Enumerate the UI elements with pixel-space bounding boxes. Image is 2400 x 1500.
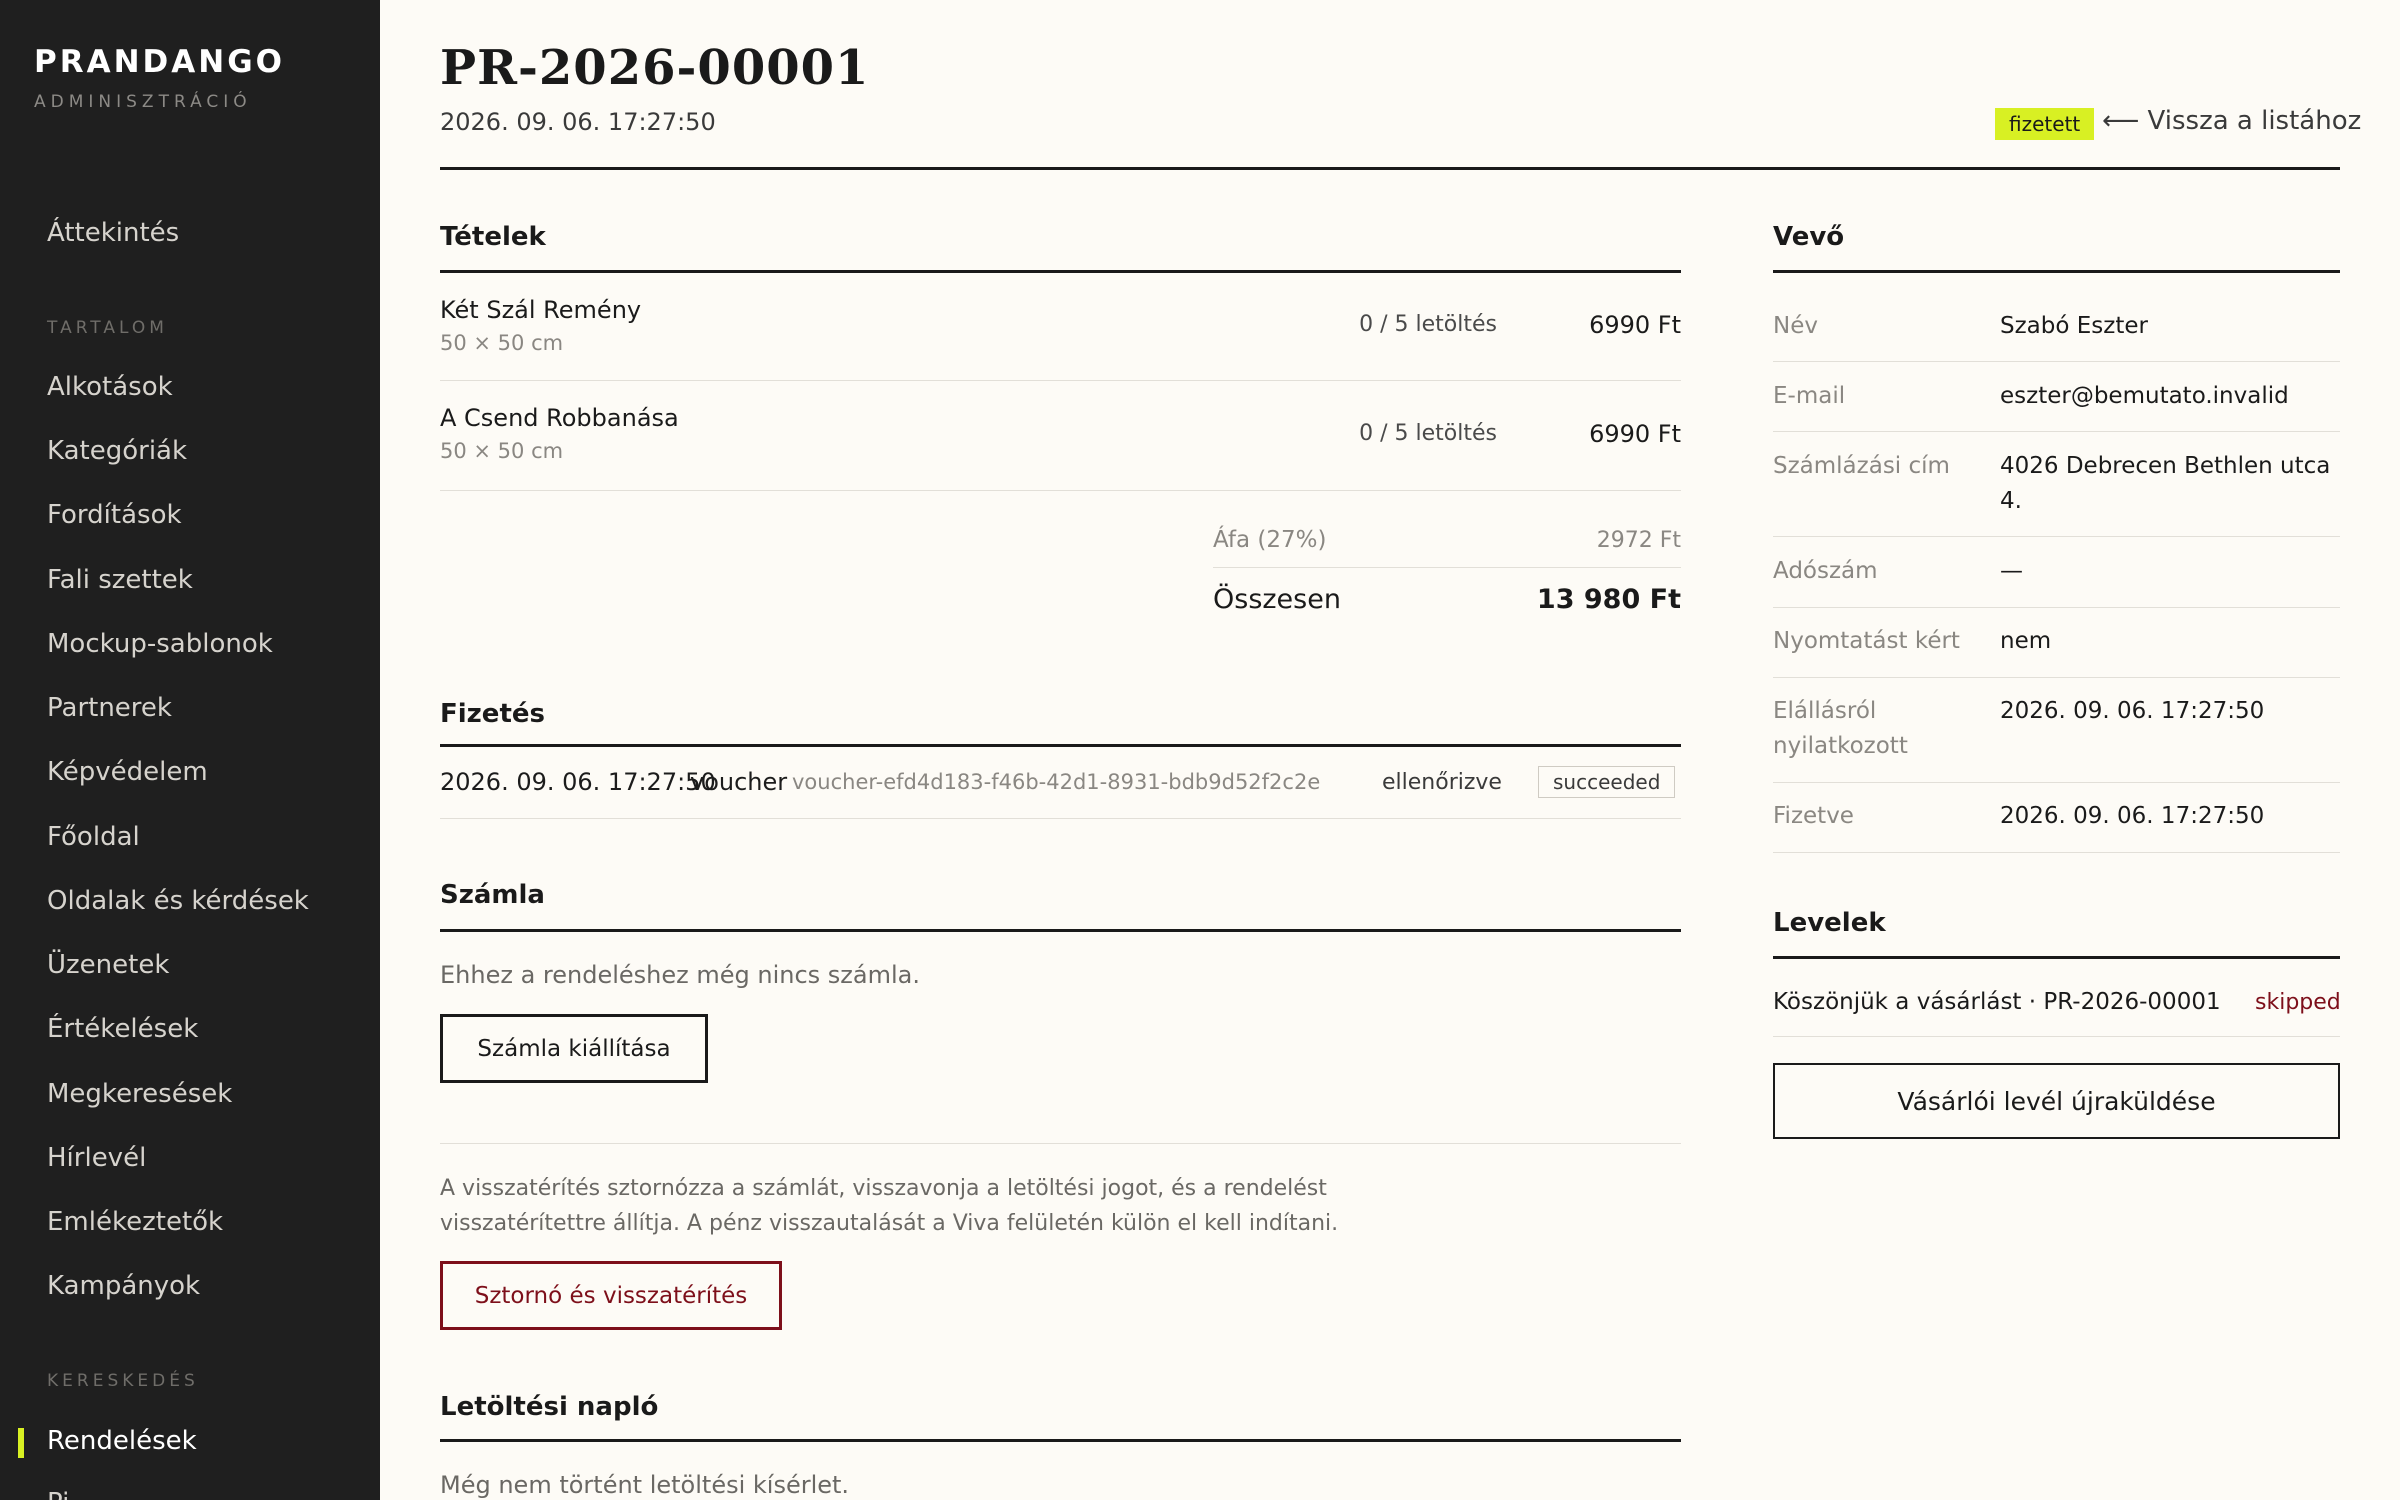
- customer-email: eszter@bemutato.invalid: [2000, 383, 2289, 409]
- item-price: 6990 Ft: [1589, 420, 1681, 448]
- sidebar-section-commerce: KERESKEDÉS: [47, 1371, 199, 1391]
- payment-method: voucher: [690, 768, 788, 796]
- item-name: Két Szál Remény: [440, 296, 642, 324]
- payment-status-badge: succeeded: [1538, 766, 1676, 798]
- item-size: 50 × 50 cm: [440, 331, 564, 355]
- active-indicator: [18, 1428, 24, 1458]
- payment-reference: voucher-efd4d183-f46b-42d1-8931-bdb9d52f…: [792, 770, 1321, 794]
- billing-address-label: Számlázási cím: [1773, 453, 1950, 479]
- download-log-empty-text: Még nem történt letöltési kísérlet.: [440, 1471, 850, 1499]
- customer-title: Vevő: [1773, 222, 1845, 252]
- issue-invoice-button[interactable]: Számla kiállítása: [440, 1014, 708, 1083]
- customer-name-label: Név: [1773, 313, 1818, 339]
- sidebar: PRANDANGO ADMINISZTRÁCIÓ Áttekintés TART…: [0, 0, 380, 1500]
- item-price: 6990 Ft: [1589, 311, 1681, 339]
- brand-subtitle: ADMINISZTRÁCIÓ: [34, 92, 252, 112]
- payment-divider: [440, 744, 1681, 747]
- row-divider: [1773, 852, 2340, 853]
- item-downloads-text: 0 / 5 letöltés: [1359, 421, 1497, 446]
- back-to-list-link[interactable]: ⟵ Vissza a listához: [2102, 106, 2361, 136]
- sidebar-item-categories[interactable]: Kategóriák: [47, 436, 187, 466]
- refund-note: A visszatérítés sztornózza a számlát, vi…: [440, 1171, 1338, 1241]
- download-log-divider: [440, 1439, 1681, 1442]
- email-subject: Köszönjük a vásárlást · PR-2026-00001: [1773, 989, 2221, 1015]
- header-divider: [440, 167, 2340, 170]
- total-value: 13 980 Ft: [1536, 584, 1681, 615]
- print-requested-label: Nyomtatást kért: [1773, 628, 1960, 654]
- sidebar-item-newsletter[interactable]: Hírlevél: [47, 1143, 146, 1173]
- vat-label: Áfa (27%): [1213, 527, 1327, 553]
- tax-number-label: Adószám: [1773, 558, 1878, 584]
- item-size: 50 × 50 cm: [440, 439, 564, 463]
- sidebar-item-overview[interactable]: Áttekintés: [47, 218, 179, 248]
- page-title: PR-2026-00001: [440, 40, 870, 96]
- row-divider: [440, 490, 1681, 491]
- withdrawal-date: 2026. 09. 06. 17:27:50: [2000, 698, 2265, 724]
- emails-title: Levelek: [1773, 908, 1886, 938]
- sidebar-item-artworks[interactable]: Alkotások: [47, 372, 173, 402]
- brand[interactable]: PRANDANGO ADMINISZTRÁCIÓ: [34, 44, 285, 112]
- order-datetime: 2026. 09. 06. 17:27:50: [440, 108, 716, 136]
- invoice-empty-text: Ehhez a rendeléshez még nincs számla.: [440, 961, 920, 989]
- print-requested: nem: [2000, 628, 2052, 654]
- main-content: PR-2026-00001 2026. 09. 06. 17:27:50 fiz…: [440, 0, 2361, 1500]
- total-label: Összesen: [1213, 584, 1341, 615]
- row-divider: [1773, 677, 2340, 678]
- items-divider: [440, 270, 1681, 273]
- sidebar-item-mockup-templates[interactable]: Mockup-sablonok: [47, 629, 273, 659]
- row-divider: [440, 818, 1681, 819]
- refund-note-line: A visszatérítés sztornózza a számlát, vi…: [440, 1176, 1327, 1201]
- customer-email-label: E-mail: [1773, 383, 1846, 409]
- row-divider: [1773, 607, 2340, 608]
- customer-name: Szabó Eszter: [2000, 313, 2148, 339]
- sidebar-item-partners[interactable]: Partnerek: [47, 693, 172, 723]
- payment-title: Fizetés: [440, 699, 545, 729]
- sidebar-item-reminders[interactable]: Emlékeztetők: [47, 1207, 223, 1237]
- section-divider: [440, 1143, 1681, 1144]
- sidebar-item-translations[interactable]: Fordítások: [47, 500, 182, 530]
- tax-number: —: [2000, 558, 2023, 584]
- item-downloads-text: 0 / 5 letöltés: [1359, 312, 1497, 337]
- refund-button[interactable]: Sztornó és visszatérítés: [440, 1261, 782, 1330]
- sidebar-section-content: TARTALOM: [47, 318, 168, 338]
- customer-divider: [1773, 270, 2340, 273]
- resend-email-button[interactable]: Vásárlói levél újraküldése: [1773, 1063, 2340, 1139]
- payment-datetime: 2026. 09. 06. 17:27:50: [440, 768, 716, 796]
- status-badge: fizetett: [1995, 108, 2095, 140]
- sidebar-item-image-protection[interactable]: Képvédelem: [47, 757, 208, 787]
- items-title: Tételek: [440, 222, 546, 252]
- sidebar-item-inquiries[interactable]: Megkeresések: [47, 1079, 232, 1109]
- withdrawal-label: Elállásról nyilatkozott: [1773, 698, 1908, 759]
- sidebar-item-messages[interactable]: Üzenetek: [47, 950, 169, 980]
- paid-at: 2026. 09. 06. 17:27:50: [2000, 803, 2265, 829]
- invoice-divider: [440, 929, 1681, 932]
- sidebar-item-orders[interactable]: Rendelések: [47, 1426, 197, 1456]
- refund-note-line: visszatérítettre állítja. A pénz visszau…: [440, 1211, 1339, 1236]
- brand-name: PRANDANGO: [34, 44, 285, 80]
- row-divider: [1773, 782, 2340, 783]
- item-name: A Csend Robbanása: [440, 404, 679, 432]
- emails-divider: [1773, 956, 2340, 959]
- sidebar-item-campaigns[interactable]: Kampányok: [47, 1271, 200, 1301]
- row-divider: [1773, 361, 2340, 362]
- row-divider: [1773, 536, 2340, 537]
- invoice-title: Számla: [440, 880, 545, 910]
- row-divider: [1773, 1036, 2340, 1037]
- sidebar-item-home[interactable]: Főoldal: [47, 822, 140, 852]
- vat-value: 2972 Ft: [1596, 528, 1681, 553]
- row-divider: [440, 380, 1681, 381]
- sidebar-item-pages-faq[interactable]: Oldalak és kérdések: [47, 886, 309, 916]
- download-log-title: Letöltési napló: [440, 1392, 659, 1422]
- sidebar-item-wall-sets[interactable]: Fali szettek: [47, 565, 193, 595]
- billing-address: 4026 Debrecen Bethlen utca 4.: [2000, 453, 2331, 514]
- payment-verification: ellenőrizve: [1382, 770, 1502, 795]
- email-status: skipped: [2255, 990, 2341, 1015]
- sidebar-item-next-cut[interactable]: Pi: [47, 1488, 69, 1500]
- sidebar-item-reviews[interactable]: Értékelések: [47, 1014, 198, 1044]
- total-divider: [1213, 567, 1681, 568]
- row-divider: [1773, 431, 2340, 432]
- paid-at-label: Fizetve: [1773, 803, 1854, 829]
